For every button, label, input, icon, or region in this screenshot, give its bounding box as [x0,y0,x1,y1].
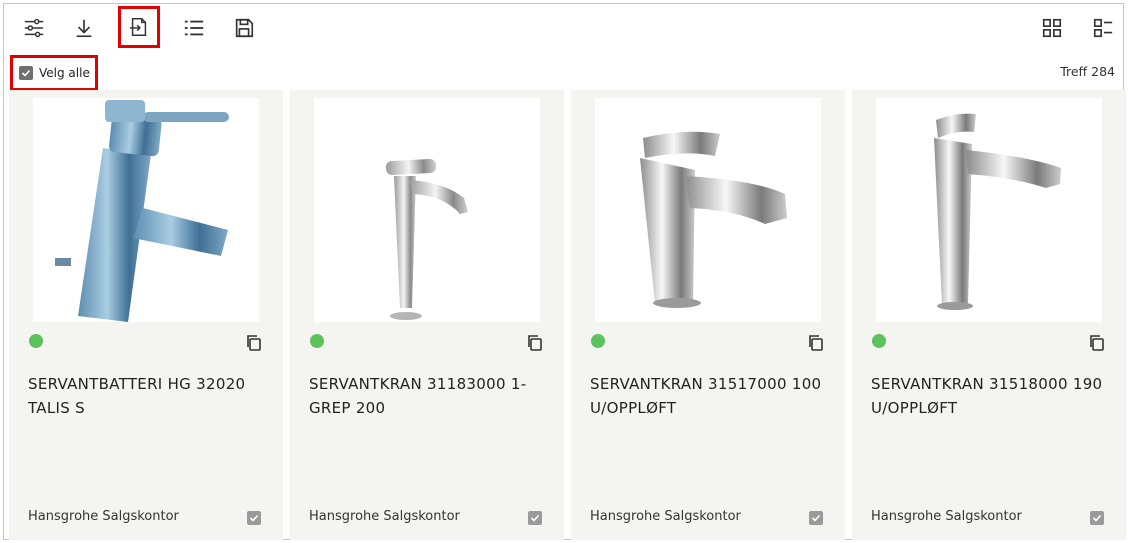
hit-count: Treff 284 [1060,64,1115,79]
product-vendor: Hansgrohe Salgskontor [590,509,741,524]
checkmark-icon [530,514,540,522]
product-checkbox[interactable] [809,511,823,525]
copy-icon [247,335,261,351]
select-all-label: Velg alle [39,66,90,80]
save-button[interactable] [227,12,261,44]
product-card[interactable]: SERVANTBATTERI HG 32020 TALIS S Hansgroh… [9,90,283,540]
save-icon [235,18,254,38]
product-list-panel: Velg alle Treff 284 SERVANTBATTERI HG 32… [3,3,1126,540]
list-view-button[interactable] [1086,12,1120,44]
copy-button[interactable] [1088,334,1106,352]
product-vendor: Hansgrohe Salgskontor [28,509,179,524]
status-indicator [310,334,324,348]
product-vendor: Hansgrohe Salgskontor [871,509,1022,524]
list-view-icon [1093,18,1113,38]
product-checkbox[interactable] [247,511,261,525]
product-image [876,98,1102,322]
copy-button[interactable] [526,334,544,352]
export-icon [129,18,147,36]
grid-view-button[interactable] [1035,12,1069,44]
status-indicator [872,334,886,348]
checkmark-icon [1092,514,1102,522]
product-title[interactable]: SERVANTBATTERI HG 32020 TALIS S [28,372,268,420]
product-checkbox[interactable] [528,511,542,525]
product-title[interactable]: SERVANTKRAN 31183000 1-GREP 200 [309,372,549,420]
copy-button[interactable] [807,334,825,352]
status-indicator [591,334,605,348]
list-icon [184,20,204,36]
product-image [314,98,540,322]
filter-settings-button[interactable] [17,12,51,44]
copy-icon [528,335,542,351]
download-icon [76,19,92,38]
list-button[interactable] [177,12,211,44]
status-indicator [29,334,43,348]
select-all-checkbox[interactable]: Velg alle [10,55,98,91]
product-checkbox[interactable] [1090,511,1104,525]
product-image [33,98,259,322]
checkmark-icon [21,69,31,77]
product-image [595,98,821,322]
product-title[interactable]: SERVANTKRAN 31517000 100 U/OPPLØFT [590,372,830,420]
sliders-icon [24,18,44,38]
copy-button[interactable] [245,334,263,352]
checkmark-icon [811,514,821,522]
copy-icon [1090,335,1104,351]
product-title[interactable]: SERVANTKRAN 31518000 190 U/OPPLØFT [871,372,1111,420]
export-button[interactable] [118,6,160,48]
download-button[interactable] [67,12,101,44]
product-card[interactable]: SERVANTKRAN 31518000 190 U/OPPLØFT Hansg… [852,90,1126,540]
product-card[interactable]: SERVANTKRAN 31517000 100 U/OPPLØFT Hansg… [571,90,845,540]
copy-icon [809,335,823,351]
product-card[interactable]: SERVANTKRAN 31183000 1-GREP 200 Hansgroh… [290,90,564,540]
product-vendor: Hansgrohe Salgskontor [309,509,460,524]
grid-view-icon [1042,18,1062,38]
checkmark-icon [249,514,259,522]
checkbox-checked[interactable] [19,66,33,80]
